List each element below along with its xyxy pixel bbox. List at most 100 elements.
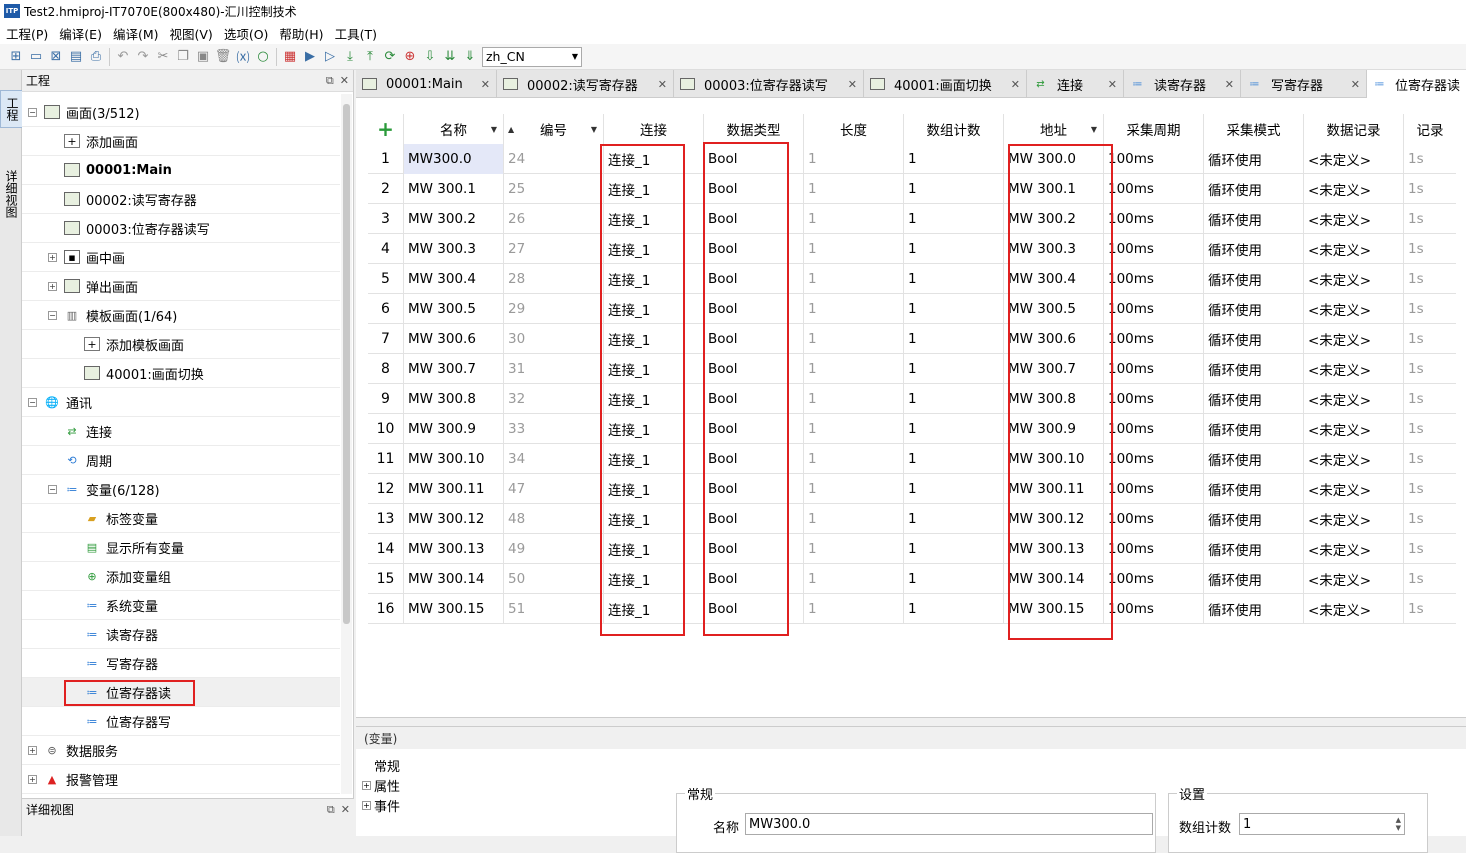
column-header-logging[interactable]: 记录 <box>1404 114 1456 144</box>
prop-tree-events[interactable]: + 事件 <box>362 795 400 815</box>
column-header-name[interactable]: 名称 ▼ <box>404 114 504 144</box>
row-number[interactable]: 3 <box>368 204 404 234</box>
cell-acquisition-mode[interactable]: 循环使用 <box>1204 354 1304 384</box>
row-number[interactable]: 10 <box>368 414 404 444</box>
scrollbar-thumb[interactable] <box>343 104 350 624</box>
cell-logging[interactable]: 1s <box>1404 174 1456 204</box>
close-icon[interactable]: ✕ <box>1341 78 1360 91</box>
cell-acquisition-cycle[interactable]: 100ms <box>1104 444 1204 474</box>
delete-icon[interactable]: 🗑 <box>213 47 233 67</box>
cell-number[interactable]: 49 <box>504 534 604 564</box>
row-number[interactable]: 6 <box>368 294 404 324</box>
cell-length[interactable]: 1 <box>804 174 904 204</box>
cell-number[interactable]: 47 <box>504 474 604 504</box>
cell-array-count[interactable]: 1 <box>904 174 1004 204</box>
undo-icon[interactable]: ↶ <box>113 47 133 67</box>
expand-icon[interactable]: + <box>28 774 37 784</box>
cell-logging[interactable]: 1s <box>1404 234 1456 264</box>
download-icon[interactable]: ⤓ <box>340 47 360 67</box>
paste-icon[interactable]: ▣ <box>193 47 213 67</box>
cell-logging[interactable]: 1s <box>1404 324 1456 354</box>
cell-acquisition-mode[interactable]: 循环使用 <box>1204 594 1304 624</box>
cell-acquisition-mode[interactable]: 循环使用 <box>1204 414 1304 444</box>
collapse-icon[interactable]: − <box>48 310 57 320</box>
cell-number[interactable]: 33 <box>504 414 604 444</box>
table-row[interactable]: 15 MW 300.14 50 连接_1 Bool 1 1 MW 300.14 100ms 循环使… <box>368 564 1456 594</box>
cell-data-logging[interactable]: <未定义> <box>1304 414 1404 444</box>
cell-acquisition-cycle[interactable]: 100ms <box>1104 144 1204 174</box>
cell-array-count[interactable]: 1 <box>904 294 1004 324</box>
cell-acquisition-cycle[interactable]: 100ms <box>1104 234 1204 264</box>
row-number[interactable]: 1 <box>368 144 404 174</box>
float-icon[interactable]: ⧉ <box>326 74 334 88</box>
cell-number[interactable]: 48 <box>504 504 604 534</box>
sort-down-icon[interactable]: ▼ <box>1091 125 1097 134</box>
tree-item-picture-in-picture[interactable]: + ▪ 画中画 <box>22 243 340 272</box>
cell-number[interactable]: 32 <box>504 384 604 414</box>
cell-array-count[interactable]: 1 <box>904 384 1004 414</box>
cell-acquisition-cycle[interactable]: 100ms <box>1104 324 1204 354</box>
cell-data-logging[interactable]: <未定义> <box>1304 594 1404 624</box>
tab-write-register[interactable]: ≔ 写寄存器 ✕ <box>1241 70 1367 98</box>
cell-name[interactable]: MW 300.10 <box>404 444 504 474</box>
sort-down-icon[interactable]: ▼ <box>491 125 497 134</box>
simulate-icon[interactable]: ▶ <box>300 47 320 67</box>
refresh-icon[interactable]: ⟳ <box>380 47 400 67</box>
cell-number[interactable]: 31 <box>504 354 604 384</box>
tree-item-read-register[interactable]: ≔ 读寄存器 <box>22 620 340 649</box>
row-number[interactable]: 9 <box>368 384 404 414</box>
cell-acquisition-mode[interactable]: 循环使用 <box>1204 324 1304 354</box>
row-number[interactable]: 13 <box>368 504 404 534</box>
variable-icon[interactable]: ⒳ <box>233 47 253 67</box>
row-number[interactable]: 16 <box>368 594 404 624</box>
column-header-length[interactable]: 长度 <box>804 114 904 144</box>
cell-array-count[interactable]: 1 <box>904 234 1004 264</box>
close-icon[interactable]: ✕ <box>471 78 490 91</box>
cell-acquisition-cycle[interactable]: 100ms <box>1104 174 1204 204</box>
cell-array-count[interactable]: 1 <box>904 594 1004 624</box>
cell-name[interactable]: MW 300.11 <box>404 474 504 504</box>
tree-item-popup-screens[interactable]: + 弹出画面 <box>22 272 340 301</box>
find-icon[interactable]: ○ <box>253 47 273 67</box>
cell-array-count[interactable]: 1 <box>904 264 1004 294</box>
cell-data-logging[interactable]: <未定义> <box>1304 294 1404 324</box>
cell-data-logging[interactable]: <未定义> <box>1304 234 1404 264</box>
cell-length[interactable]: 1 <box>804 324 904 354</box>
cell-length[interactable]: 1 <box>804 504 904 534</box>
cell-length[interactable]: 1 <box>804 414 904 444</box>
cell-logging[interactable]: 1s <box>1404 474 1456 504</box>
prop-tree-attributes[interactable]: + 属性 <box>362 775 400 795</box>
compile-icon[interactable]: ▦ <box>280 47 300 67</box>
row-number[interactable]: 2 <box>368 174 404 204</box>
cell-name[interactable]: MW 300.14 <box>404 564 504 594</box>
expand-icon[interactable]: + <box>48 281 57 291</box>
cell-length[interactable]: 1 <box>804 234 904 264</box>
cell-number[interactable]: 29 <box>504 294 604 324</box>
cell-array-count[interactable]: 1 <box>904 474 1004 504</box>
cell-number[interactable]: 25 <box>504 174 604 204</box>
language-select[interactable]: zh_CN ▼ <box>482 46 582 67</box>
save-icon[interactable]: ▤ <box>66 47 86 67</box>
cell-logging[interactable]: 1s <box>1404 594 1456 624</box>
cell-acquisition-mode[interactable]: 循环使用 <box>1204 504 1304 534</box>
cell-acquisition-mode[interactable]: 循环使用 <box>1204 144 1304 174</box>
cell-name[interactable]: MW 300.9 <box>404 414 504 444</box>
column-header-array-count[interactable]: 数组计数 <box>904 114 1004 144</box>
cell-logging[interactable]: 1s <box>1404 204 1456 234</box>
download-device-icon[interactable]: ⇩ <box>420 47 440 67</box>
cell-acquisition-cycle[interactable]: 100ms <box>1104 264 1204 294</box>
close-icon[interactable]: ✕ <box>838 78 857 91</box>
cell-data-logging[interactable]: <未定义> <box>1304 174 1404 204</box>
table-row[interactable]: 5 MW 300.4 28 连接_1 Bool 1 1 MW 300.4 100ms 循环使用 <未… <box>368 264 1456 294</box>
cell-length[interactable]: 1 <box>804 204 904 234</box>
column-header-data-logging[interactable]: 数据记录 <box>1304 114 1404 144</box>
cell-acquisition-mode[interactable]: 循环使用 <box>1204 234 1304 264</box>
cell-acquisition-cycle[interactable]: 100ms <box>1104 414 1204 444</box>
cell-length[interactable]: 1 <box>804 354 904 384</box>
cell-acquisition-mode[interactable]: 循环使用 <box>1204 564 1304 594</box>
table-row[interactable]: 9 MW 300.8 32 连接_1 Bool 1 1 MW 300.8 100ms 循环使用 <未… <box>368 384 1456 414</box>
cell-name[interactable]: MW 300.3 <box>404 234 504 264</box>
tree-item-show-all-variables[interactable]: ▤ 显示所有变量 <box>22 533 340 562</box>
menu-help[interactable]: 帮助(H) <box>273 24 328 43</box>
cell-name[interactable]: MW 300.15 <box>404 594 504 624</box>
